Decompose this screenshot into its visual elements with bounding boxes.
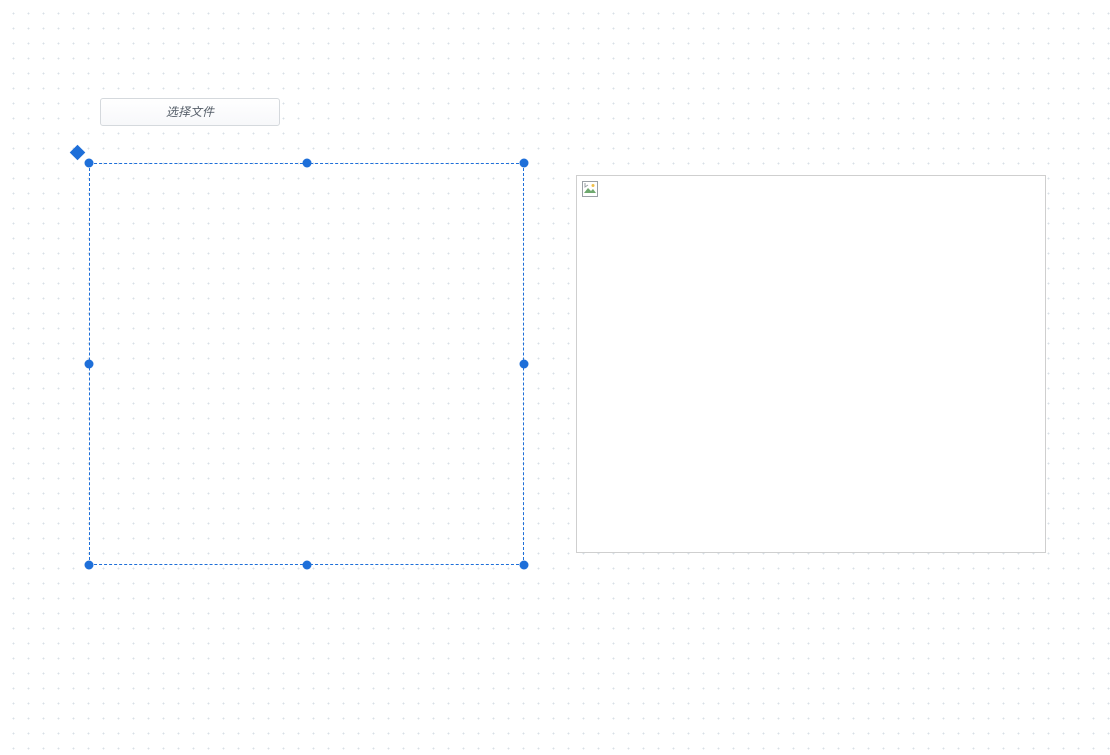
resize-handle-top-right[interactable] (520, 159, 529, 168)
resize-handle-bottom-left[interactable] (85, 561, 94, 570)
broken-image-icon (582, 181, 598, 197)
selection-box[interactable] (89, 163, 524, 565)
resize-handle-bottom-right[interactable] (520, 561, 529, 570)
choose-file-button[interactable]: 选择文件 (100, 98, 280, 126)
rotate-handle[interactable] (70, 145, 86, 161)
resize-handle-middle-left[interactable] (85, 360, 94, 369)
resize-handle-bottom-center[interactable] (302, 561, 311, 570)
resize-handle-top-left[interactable] (85, 159, 94, 168)
image-placeholder[interactable] (576, 175, 1046, 553)
resize-handle-top-center[interactable] (302, 159, 311, 168)
resize-handle-middle-right[interactable] (520, 360, 529, 369)
